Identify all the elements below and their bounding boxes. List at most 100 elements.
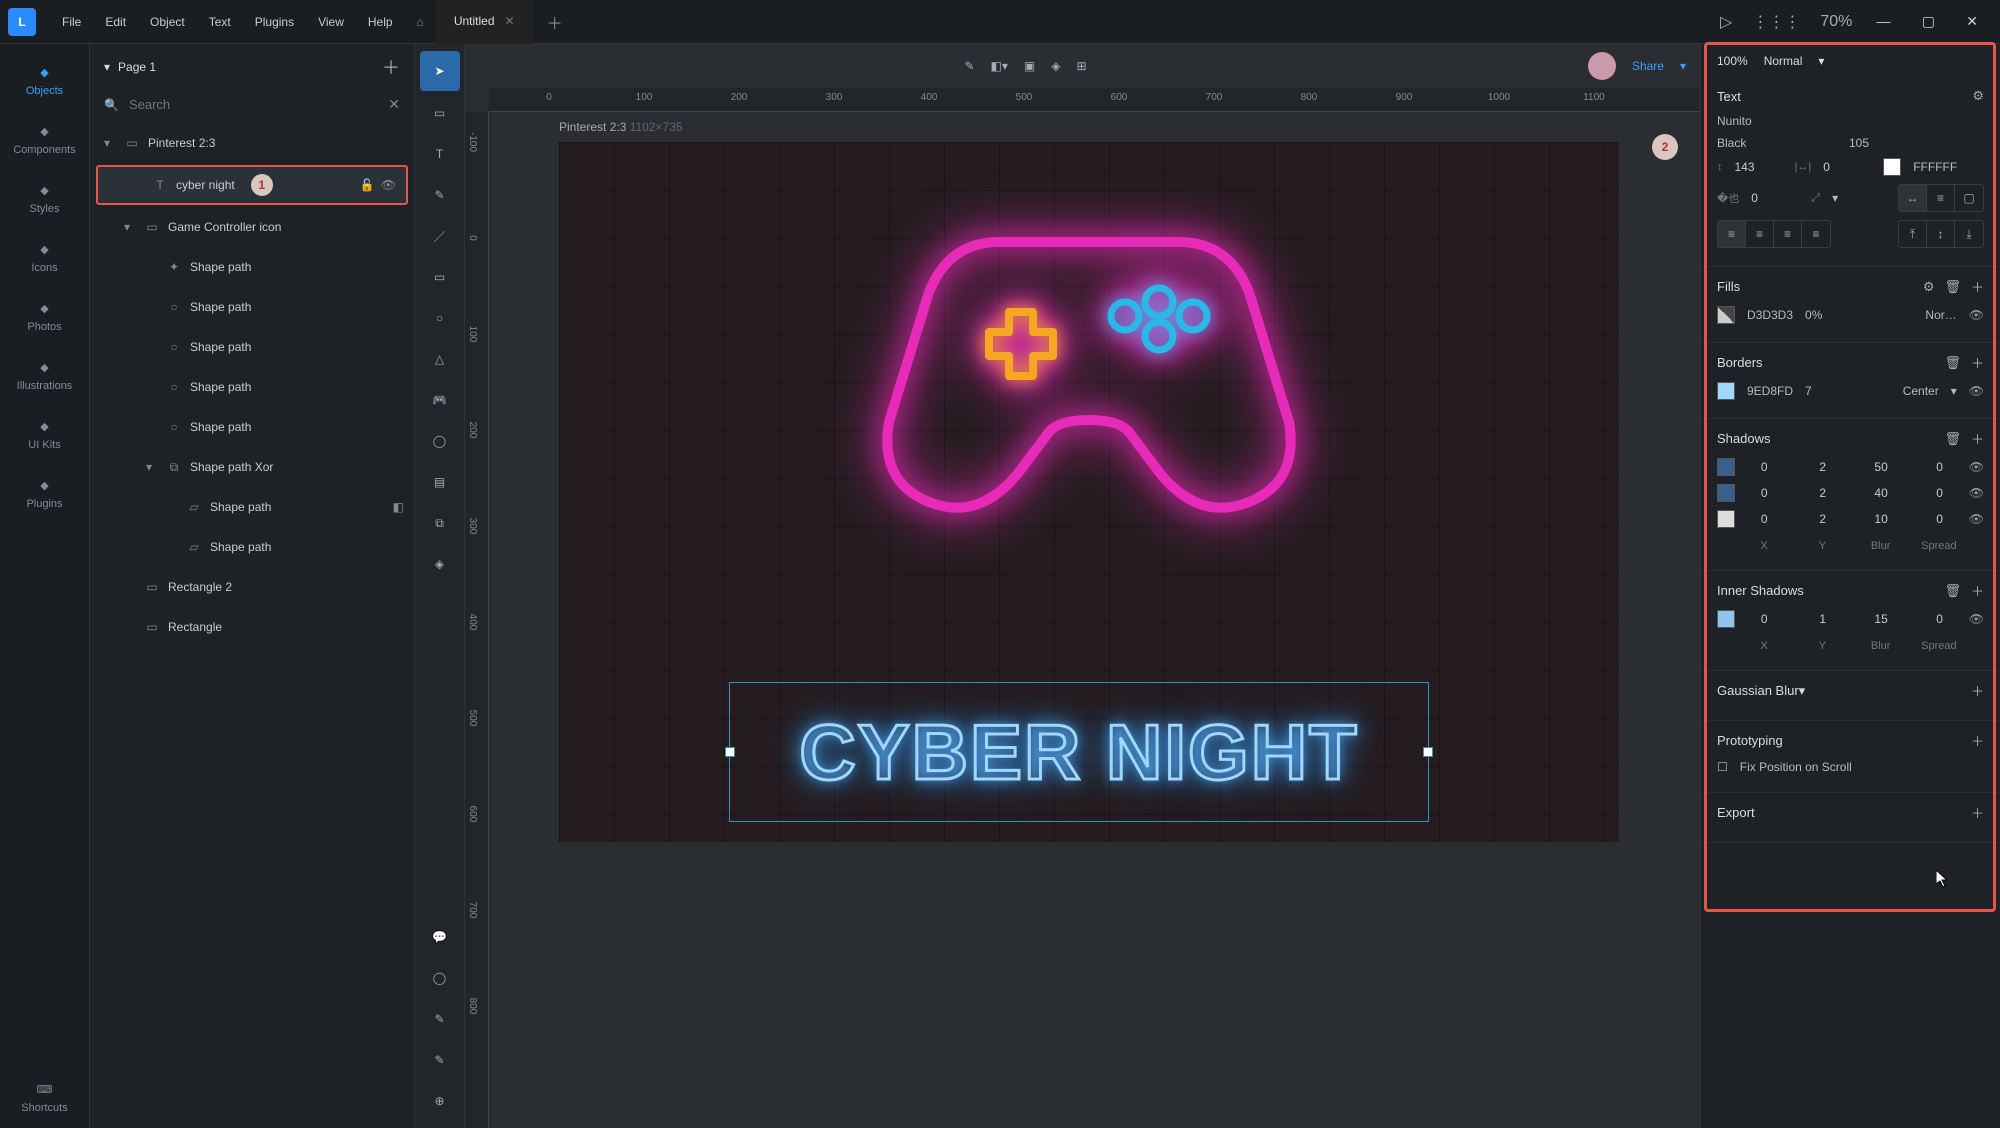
layer-node[interactable]: ▱Shape path◧: [90, 487, 414, 527]
resize-icon[interactable]: ⊞: [1076, 59, 1086, 73]
shadow-swatch[interactable]: [1717, 510, 1735, 528]
fill-blend[interactable]: Nor…: [1925, 308, 1956, 322]
text-color-swatch[interactable]: [1883, 158, 1901, 176]
rail-illustrations[interactable]: ◆Illustrations: [13, 347, 75, 406]
text-color-hex[interactable]: FFFFFF: [1913, 160, 1957, 174]
align-justify-button[interactable]: ≡: [1802, 221, 1830, 247]
home-icon[interactable]: ⌂: [417, 15, 424, 29]
border-position[interactable]: Center: [1903, 384, 1939, 398]
tab-untitled[interactable]: Untitled ✕: [436, 0, 533, 44]
chevron-down-icon[interactable]: ▾: [1832, 191, 1838, 205]
add-fill-button[interactable]: ＋: [1971, 277, 1984, 296]
paragraph-spacing[interactable]: 0: [1751, 191, 1799, 205]
tool-button[interactable]: △: [420, 339, 460, 379]
add-export-button[interactable]: ＋: [1971, 803, 1984, 822]
tool-button[interactable]: ▭: [420, 93, 460, 133]
eye-icon[interactable]: 👁: [1969, 308, 1984, 322]
layer-node[interactable]: Tcyber night1🔓👁: [96, 165, 408, 205]
layer-node[interactable]: ○Shape path: [90, 407, 414, 447]
menu-edit[interactable]: Edit: [93, 0, 138, 44]
minimize-button[interactable]: —: [1862, 13, 1904, 29]
mask-icon[interactable]: ◧▾: [991, 59, 1008, 73]
tool-button[interactable]: ◈: [420, 544, 460, 584]
tool-button[interactable]: ▤: [420, 462, 460, 502]
eye-icon[interactable]: 👁: [1969, 612, 1984, 626]
settings-icon[interactable]: ⚙: [1923, 279, 1935, 295]
artboard[interactable]: CYBER NIGHT: [559, 142, 1619, 842]
eye-icon[interactable]: 👁: [1969, 486, 1984, 500]
neon-text-selection[interactable]: CYBER NIGHT: [729, 682, 1429, 822]
trash-icon[interactable]: 🗑: [1944, 431, 1961, 447]
add-blur-button[interactable]: ＋: [1971, 681, 1984, 700]
tool-button[interactable]: ⧉: [420, 503, 460, 543]
add-shadow-button[interactable]: ＋: [1971, 429, 1984, 448]
opacity-value[interactable]: 100%: [1717, 54, 1748, 68]
line-height[interactable]: 143: [1735, 160, 1783, 174]
zoom-level[interactable]: 70%: [1810, 13, 1862, 31]
layer-node[interactable]: ○Shape path: [90, 367, 414, 407]
menu-text[interactable]: Text: [197, 0, 243, 44]
eye-icon[interactable]: 👁: [1969, 512, 1984, 526]
search-input[interactable]: [129, 97, 378, 112]
layer-node[interactable]: ✦Shape path: [90, 247, 414, 287]
rail-objects[interactable]: ◆Objects: [13, 52, 75, 111]
letter-spacing[interactable]: 0: [1823, 160, 1871, 174]
rail-plugins[interactable]: ◆Plugins: [13, 465, 75, 524]
border-width[interactable]: 7: [1805, 384, 1812, 398]
menu-file[interactable]: File: [50, 0, 93, 44]
auto-width-button[interactable]: ↔: [1899, 185, 1927, 211]
font-family[interactable]: Nunito: [1717, 114, 1752, 128]
layer-node[interactable]: ▭Rectangle: [90, 607, 414, 647]
rail-styles[interactable]: ◆Styles: [13, 170, 75, 229]
valign-middle-button[interactable]: ↕: [1927, 221, 1955, 247]
crop-icon[interactable]: ▣: [1024, 59, 1035, 73]
resize-handle-left[interactable]: [725, 747, 735, 757]
trash-icon[interactable]: 🗑: [1944, 355, 1961, 371]
rail-shortcuts[interactable]: ⌨Shortcuts: [0, 1069, 89, 1128]
rail-photos[interactable]: ◆Photos: [13, 288, 75, 347]
blend-mode[interactable]: Normal: [1764, 54, 1803, 68]
layer-node[interactable]: ○Shape path: [90, 287, 414, 327]
font-weight[interactable]: Black: [1717, 136, 1837, 150]
grid-icon[interactable]: ⋮⋮⋮: [1742, 12, 1810, 32]
play-icon[interactable]: ▷: [1710, 12, 1742, 32]
tool-button[interactable]: T: [420, 134, 460, 174]
align-center-button[interactable]: ≡: [1746, 221, 1774, 247]
close-button[interactable]: ✕: [1952, 13, 1992, 29]
rail-ui-kits[interactable]: ◆UI Kits: [13, 406, 75, 465]
valign-bottom-button[interactable]: ⤓: [1955, 221, 1983, 247]
menu-help[interactable]: Help: [356, 0, 405, 44]
shadow-swatch[interactable]: [1717, 458, 1735, 476]
tool-button[interactable]: ○: [420, 298, 460, 338]
share-button[interactable]: Share: [1632, 59, 1664, 73]
fill-hex[interactable]: D3D3D3: [1747, 308, 1793, 322]
fill-opacity[interactable]: 0%: [1805, 308, 1822, 322]
fixed-size-button[interactable]: ▢: [1955, 185, 1983, 211]
clear-search-icon[interactable]: ✕: [388, 96, 400, 113]
layer-node[interactable]: ▾⧉Shape path Xor: [90, 447, 414, 487]
select-tool[interactable]: ➤: [420, 51, 460, 91]
valign-top-button[interactable]: ⤒: [1899, 221, 1927, 247]
shadow-swatch[interactable]: [1717, 610, 1735, 628]
edit-icon[interactable]: ✎: [964, 59, 974, 73]
checkbox-fix-position[interactable]: ☐: [1717, 760, 1728, 774]
fill-swatch[interactable]: [1717, 306, 1735, 324]
layer-node[interactable]: ▱Shape path: [90, 527, 414, 567]
maximize-button[interactable]: ▢: [1908, 13, 1949, 29]
app-logo[interactable]: L: [8, 8, 36, 36]
menu-plugins[interactable]: Plugins: [243, 0, 306, 44]
layer-node[interactable]: ▾▭Game Controller icon: [90, 207, 414, 247]
settings-icon[interactable]: ⚙: [1972, 88, 1984, 104]
close-tab-icon[interactable]: ✕: [505, 14, 515, 28]
chevron-down-icon[interactable]: ▾: [1680, 59, 1686, 73]
auto-height-button[interactable]: ≡: [1927, 185, 1955, 211]
layer-node[interactable]: ▭Rectangle 2: [90, 567, 414, 607]
tool-button[interactable]: 💬: [420, 917, 460, 957]
border-hex[interactable]: 9ED8FD: [1747, 384, 1793, 398]
add-border-button[interactable]: ＋: [1971, 353, 1984, 372]
shadow-swatch[interactable]: [1717, 484, 1735, 502]
layer-node[interactable]: ▾▭Pinterest 2:3: [90, 123, 414, 163]
tool-button[interactable]: ✎: [420, 175, 460, 215]
tool-button[interactable]: ✎: [420, 999, 460, 1039]
menu-view[interactable]: View: [306, 0, 356, 44]
